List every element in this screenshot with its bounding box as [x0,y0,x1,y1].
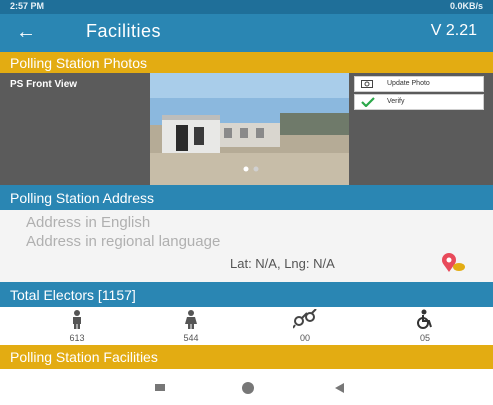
status-time: 2:57 PM [10,1,45,11]
address-english-field[interactable]: Address in English [26,214,150,231]
camera-icon [361,79,373,90]
address-panel: Address in English Address in regional l… [0,210,493,282]
verify-button[interactable]: Verify [354,94,484,110]
photos-section-header: Polling Station Photos [0,52,493,73]
network-speed: 0.0KB/s [449,1,483,11]
address-section-header: Polling Station Address [0,185,493,210]
update-photo-button[interactable]: Update Photo [354,76,484,92]
app-version: V 2.21 [430,22,477,39]
facilities-section-header: Polling Station Facilities [0,345,493,369]
ps-front-view-label: PS Front View [10,79,78,90]
female-count: 544 [183,333,199,343]
male-icon [52,309,102,331]
home-icon[interactable] [228,378,268,398]
female-icon [166,309,216,331]
third-gender-count: 00 [299,333,310,343]
verify-label: Verify [387,98,405,105]
lat-lng-readout: Lat: N/A, Lng: N/A [230,256,335,271]
location-pin-icon[interactable] [440,252,466,279]
electors-section-header: Total Electors [1157] [0,282,493,307]
facilities-section-title: Polling Station Facilities [10,349,158,365]
address-section-title: Polling Station Address [10,190,154,206]
polling-station-photo[interactable] [150,73,349,185]
female-electors: 544 [166,309,216,343]
third-gender-electors: 00 [280,308,330,343]
electors-section-title: Total Electors [1157] [10,287,136,303]
photos-section-title: Polling Station Photos [10,55,147,71]
back-nav-icon[interactable] [320,378,360,398]
pwd-electors: 05 [400,309,450,343]
electors-breakdown: 613 544 00 05 [0,307,493,345]
system-nav-bar [0,370,493,405]
pwd-count: 05 [419,333,430,343]
third-gender-icon [280,308,330,331]
update-photo-label: Update Photo [387,80,430,87]
male-count: 613 [69,333,85,343]
back-arrow-icon[interactable]: ← [16,20,36,44]
address-regional-field[interactable]: Address in regional language [26,233,220,250]
check-icon [361,97,375,109]
wheelchair-icon [400,309,450,331]
male-electors: 613 [52,309,102,343]
app-bar: ← Facilities V 2.21 [0,14,493,52]
page-title: Facilities [86,21,162,41]
status-bar: 2:57 PM 0.0KB/s [0,0,493,14]
recent-apps-icon[interactable] [140,378,180,398]
